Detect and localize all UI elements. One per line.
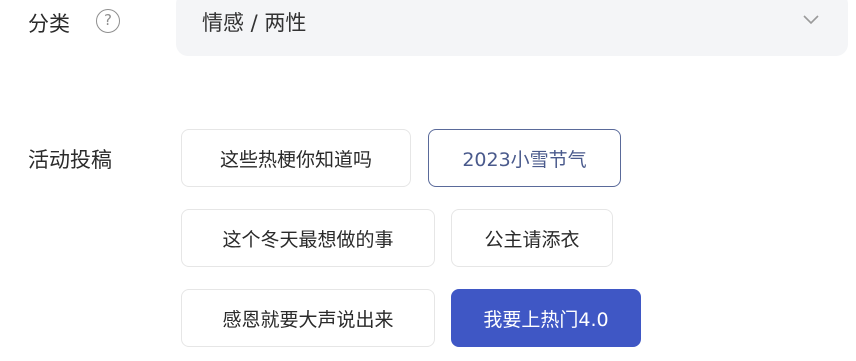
form-panel: 分类 ? 情感 / 两性 活动投稿 这些热梗你知道吗 2023小雪节气 这个冬天… — [0, 0, 856, 361]
category-select[interactable]: 情感 / 两性 — [176, 0, 848, 56]
activity-tag[interactable]: 感恩就要大声说出来 — [181, 289, 435, 347]
category-select-value: 情感 / 两性 — [202, 11, 307, 35]
help-icon[interactable]: ? — [96, 9, 120, 33]
activity-tag[interactable]: 这些热梗你知道吗 — [181, 129, 411, 187]
category-label: 分类 — [28, 12, 70, 36]
chevron-down-icon — [803, 15, 819, 25]
activity-tag[interactable]: 公主请添衣 — [451, 209, 613, 267]
activity-tag[interactable]: 2023小雪节气 — [428, 129, 621, 187]
activity-label: 活动投稿 — [28, 148, 112, 172]
activity-tag[interactable]: 这个冬天最想做的事 — [181, 209, 435, 267]
activity-tag-selected[interactable]: 我要上热门4.0 — [451, 289, 641, 347]
